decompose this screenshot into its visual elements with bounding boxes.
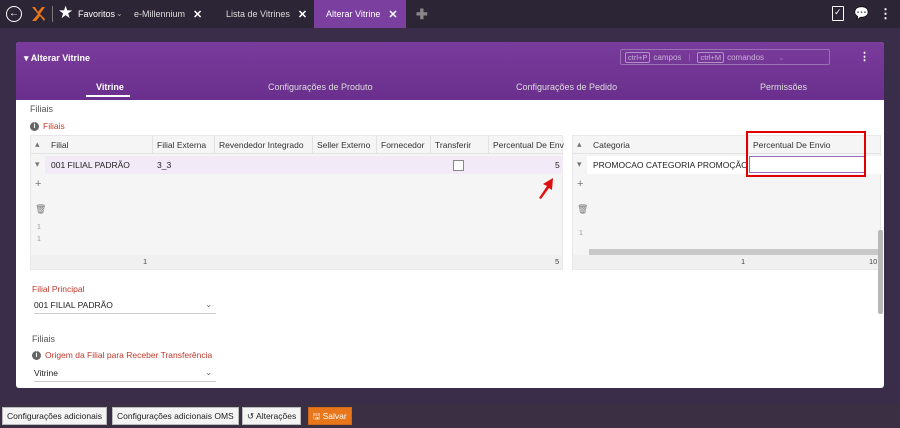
configuracoes-adicionais-button[interactable]: Configurações adicionais (2, 407, 107, 425)
alteracoes-button[interactable]: ↺ Alterações (242, 407, 302, 425)
footer-count: 5 (555, 257, 560, 266)
kebab-icon[interactable]: ⋮ (859, 50, 870, 63)
shortcut-label[interactable]: comandos (727, 53, 764, 62)
grid-header: ▴ Filial Filial Externa Revendedor Integ… (31, 136, 564, 154)
sort-up-icon[interactable]: ▴ (35, 139, 40, 150)
cell-filial-externa[interactable]: 3_3 (153, 156, 171, 174)
save-button[interactable]: 🖫 Salvar (308, 407, 352, 425)
filiais-grid: ▴ Filial Filial Externa Revendedor Integ… (30, 135, 564, 270)
sort-up-icon[interactable]: ▴ (577, 139, 582, 150)
add-row-icon[interactable]: + (35, 178, 41, 190)
tab-label: Alterar Vitrine (326, 9, 381, 19)
trash-icon[interactable]: 🗑 (35, 204, 46, 215)
select-value: 001 FILIAL PADRÃO (34, 300, 113, 310)
tab-label: e-Millennium (134, 9, 186, 19)
tab-lista-de-vitrines[interactable]: Lista de Vitrines ✕ (226, 0, 307, 28)
divider (52, 6, 53, 22)
shortcut-bar: ctrl+P campos | ctrl+M comandos ⌄ (620, 49, 830, 65)
column-header[interactable]: Categoria (589, 136, 749, 154)
section-label: Filiais (30, 104, 54, 114)
trash-icon[interactable]: 🗑 (577, 204, 588, 215)
grid-footer: 1 10 (573, 255, 880, 269)
panel-title[interactable]: ▾ Alterar Vitrine (24, 53, 90, 64)
tab-permissoes[interactable]: Permissões (760, 82, 807, 92)
filial-principal-label: Filial Principal (32, 284, 85, 294)
arrow-annotation-icon (539, 178, 553, 199)
clipboard-check-icon[interactable] (832, 6, 845, 21)
toolbar-right: 💬 ⋮ (832, 6, 892, 21)
origem-select[interactable]: Vitrine ⌄ (34, 364, 216, 382)
column-header[interactable]: Percentual De Envio (489, 136, 564, 154)
info-label: i Origem da Filial para Receber Transfer… (32, 350, 212, 360)
chevron-down-icon[interactable]: ▾ (577, 159, 582, 170)
main-panel: ▾ Alterar Vitrine ctrl+P campos | ctrl+M… (16, 42, 884, 388)
back-icon[interactable]: ← (6, 6, 22, 22)
section-label: Filiais (32, 334, 56, 344)
logo-icon[interactable] (30, 5, 46, 23)
shortcut-label[interactable]: campos (653, 53, 681, 62)
shortcut-key: ctrl+P (625, 51, 651, 63)
chevron-down-icon[interactable]: ⌄ (116, 9, 123, 18)
star-icon[interactable]: ★ (58, 4, 73, 22)
column-header[interactable]: Filial (47, 136, 153, 154)
column-header[interactable]: Seller Externo (313, 136, 377, 154)
top-bar: ← ★ Favoritos ⌄ e-Millennium ✕ Lista de … (0, 0, 900, 28)
close-icon[interactable]: ✕ (193, 8, 202, 21)
grid-footer: 1 5 (31, 255, 562, 269)
add-tab-icon[interactable]: ✚ (416, 7, 428, 21)
tab-vitrine[interactable]: Vitrine (96, 82, 124, 92)
tab-alterar-vitrine[interactable]: Alterar Vitrine ✕ (314, 0, 406, 28)
chevron-down-icon[interactable]: ⌄ (778, 53, 785, 62)
info-icon: i (32, 350, 41, 360)
active-tab-indicator (86, 95, 130, 97)
cell-categoria[interactable]: PROMOCAO CATEGORIA PROMOÇÃO (589, 156, 748, 174)
cell-percentual[interactable]: 5 (551, 156, 560, 174)
row-number: 1 (37, 236, 41, 243)
footer-count: 10 (869, 257, 878, 266)
save-icon: 🖫 (313, 411, 321, 421)
chat-icon[interactable]: 💬 (854, 6, 869, 21)
column-header[interactable]: Revendedor Integrado (215, 136, 313, 154)
footer-count: 1 (741, 257, 746, 266)
column-header[interactable]: Transferir (431, 136, 489, 154)
history-icon: ↺ (247, 411, 255, 421)
info-icon: i (30, 121, 39, 131)
tab-configuracoes-produto[interactable]: Configurações de Produto (268, 82, 373, 92)
close-icon[interactable]: ✕ (298, 8, 307, 21)
chevron-down-icon[interactable]: ⌄ (205, 364, 212, 382)
vertical-scrollbar[interactable] (878, 230, 883, 314)
tab-label: Lista de Vitrines (226, 9, 290, 19)
kebab-icon[interactable]: ⋮ (879, 6, 892, 21)
column-header[interactable]: Fornecedor (377, 136, 431, 154)
cell-filial[interactable]: 001 FILIAL PADRÃO (47, 156, 130, 174)
configuracoes-adicionais-oms-button[interactable]: Configurações adicionais OMS (112, 407, 239, 425)
row-number: 1 (37, 224, 41, 231)
tab-e-millennium[interactable]: e-Millennium ✕ (134, 0, 202, 28)
chevron-down-icon[interactable]: ▾ (35, 159, 40, 170)
select-value: Vitrine (34, 368, 58, 378)
tab-configuracoes-pedido[interactable]: Configurações de Pedido (516, 82, 617, 92)
highlight-box (746, 131, 866, 177)
add-row-icon[interactable]: + (577, 178, 583, 190)
bottom-bar: Configurações adicionais Configurações a… (0, 404, 900, 428)
shortcut-key: ctrl+M (697, 51, 725, 63)
chevron-down-icon[interactable]: ⌄ (205, 296, 212, 314)
transferir-checkbox[interactable] (453, 160, 464, 171)
favorites-label[interactable]: Favoritos (78, 9, 115, 19)
row-number: 1 (579, 230, 583, 237)
panel-header: ▾ Alterar Vitrine ctrl+P campos | ctrl+M… (16, 42, 884, 100)
close-icon[interactable]: ✕ (388, 8, 397, 21)
footer-count: 1 (143, 257, 148, 266)
info-label: i Filiais (30, 121, 65, 131)
filial-principal-select[interactable]: 001 FILIAL PADRÃO ⌄ (34, 296, 216, 314)
column-header[interactable]: Filial Externa (153, 136, 215, 154)
